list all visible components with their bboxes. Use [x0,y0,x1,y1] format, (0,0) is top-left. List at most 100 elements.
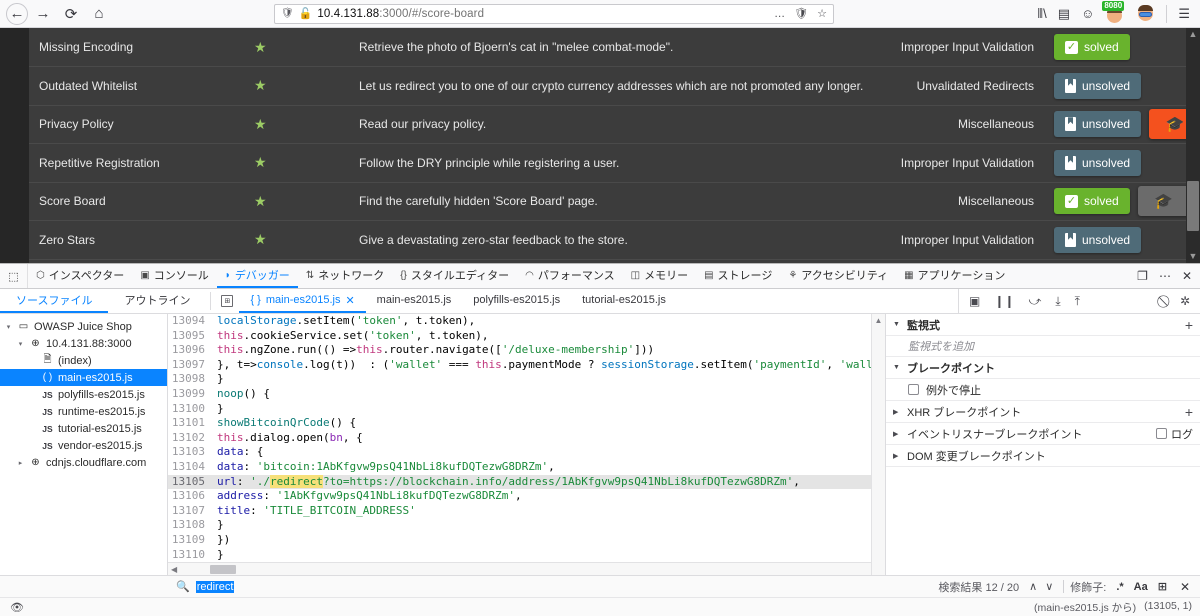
code-vertical-scrollbar[interactable]: ▲ [871,314,885,575]
code-editor[interactable]: 13094 localStorage.setItem('token', t.tok… [168,314,885,575]
pause-on-exceptions-row[interactable]: 例外で停止 [886,379,1200,401]
status-badge[interactable]: ✓ solved [1054,34,1130,60]
pocket-icon[interactable]: 🛡 [794,7,808,20]
search-regex-toggle[interactable]: .* [1111,581,1128,593]
devtools-tab-3[interactable]: ◗ デバッガー [216,264,298,288]
source-subtab-1[interactable]: ソースファイル [0,289,109,313]
devtools-tab-5[interactable]: {} スタイルエディター [392,264,517,288]
code-line: 13100} [168,402,871,417]
code-line: 13104 data: 'bitcoin:1AbKfgvw9psQ41NbLi8k… [168,460,871,475]
extension-icon-1[interactable]: 8080 [1102,0,1125,24]
devtools-tab-8[interactable]: ▤ ストレージ [696,264,780,288]
add-watch-icon[interactable]: + [1185,317,1193,333]
source-tree-item-3[interactable]: 🗎 (index) [0,352,167,369]
status-badge[interactable]: unsolved [1054,111,1142,138]
home-button[interactable]: ⌂ [86,2,112,26]
code-scroll-left-icon[interactable]: ◀ [168,565,180,574]
add-xhr-breakpoint-icon[interactable]: + [1185,404,1193,420]
search-whole-word-toggle[interactable]: ⊞ [1153,580,1172,593]
source-tab-3[interactable]: polyfills-es2015.js [462,289,571,313]
search-case-toggle[interactable]: Aa [1129,581,1153,593]
account-icon[interactable]: ☺ [1081,6,1094,21]
source-tab-1[interactable]: { } main-es2015.js ✕ [239,289,366,313]
back-button[interactable]: ← [6,2,28,25]
step-over-icon[interactable]: ⤻ [1028,294,1041,309]
step-in-icon[interactable]: ⤓ [1055,294,1060,309]
twisty-icon[interactable]: ▾ [16,340,25,348]
source-tab-4[interactable]: tutorial-es2015.js [571,289,677,313]
library-icon[interactable]: ⦀\ [1037,6,1046,22]
xhr-breakpoints-header[interactable]: ▶ XHR ブレークポイント + [886,401,1200,423]
search-input[interactable]: redirect [195,580,939,593]
reload-button[interactable]: ⟳ [58,2,84,26]
status-badge[interactable]: unsolved [1054,72,1142,99]
scroll-up-icon[interactable]: ▲ [1189,28,1198,41]
pause-icon[interactable]: ❙❙ [994,294,1014,308]
devtools-tab-7[interactable]: ◫ メモリー [623,264,696,288]
status-badge[interactable]: unsolved [1054,149,1142,176]
line-content: }, t=>console.log(t)) : ('wallet' === th… [217,357,871,371]
pause-on-exceptions-checkbox[interactable] [908,384,919,395]
scroll-track[interactable] [1186,41,1200,250]
source-tree-item-2[interactable]: ▾ ⊕ 10.4.131.88:3000 [0,335,167,352]
hint-button[interactable]: 🎓 [1137,186,1190,217]
devtools-tab-6[interactable]: ◠ パフォーマンス [517,264,623,288]
devtools-tab-2[interactable]: ▣ コンソール [132,264,216,288]
watch-section-header[interactable]: ▼ 監視式 + [886,314,1200,336]
code-hscroll-thumb[interactable] [210,564,237,574]
devtools-tab-1[interactable]: ⬡ インスペクター [28,264,132,288]
settings-gear-icon[interactable]: ✲ [1180,294,1190,308]
status-badge[interactable]: ✓ solved [1054,188,1130,215]
event-listener-breakpoints-header[interactable]: ▶ イベントリスナーブレークポイント ログ [886,423,1200,445]
extension-icon-2[interactable] [1136,4,1155,23]
sidebar-icon[interactable]: ▤ [1058,6,1070,22]
source-tree-item-5[interactable]: JS polyfills-es2015.js [0,386,167,403]
more-options-icon[interactable]: ⋯ [1159,269,1171,283]
watch-add-placeholder[interactable]: 監視式を追加 [886,336,1200,357]
element-picker-icon[interactable]: ⬚ [0,264,28,288]
page-scrollbar[interactable]: ▲ ▼ [1186,28,1200,263]
source-tree-item-1[interactable]: ▾ ▭ OWASP Juice Shop [0,318,167,335]
source-tree-item-8[interactable]: JS vendor-es2015.js [0,437,167,454]
devtools-tab-10[interactable]: ▦ アプリケーション [896,264,1013,288]
source-tree-item-9[interactable]: ▸ ⊕ cdnjs.cloudflare.com [0,454,167,471]
twisty-icon[interactable]: ▾ [4,323,13,331]
book-icon [1065,78,1076,93]
dom-mutation-breakpoints-header[interactable]: ▶ DOM 変更ブレークポイント [886,445,1200,467]
broken-lock-icon[interactable]: 🔓 [299,7,313,20]
close-icon[interactable]: ✕ [1182,269,1192,283]
hamburger-menu-icon[interactable]: ☰ [1178,6,1190,22]
source-tree-item-6[interactable]: JS runtime-es2015.js [0,403,167,420]
star-icon[interactable]: ☆ [817,7,827,20]
devtools-tab-4[interactable]: ⇅ ネットワーク [298,264,392,288]
devtools-tab-9[interactable]: ⚘ アクセシビリティ [780,264,896,288]
status-badge[interactable]: unsolved [1054,226,1142,253]
close-tab-icon[interactable]: ✕ [345,294,354,307]
score-board-page: Missing Encoding ★ Retrieve the photo of B… [0,28,1200,263]
code-scroll-up-icon[interactable]: ▲ [872,314,885,327]
scroll-down-icon[interactable]: ▼ [1189,250,1198,263]
source-tree-item-4[interactable]: ( ) main-es2015.js [0,369,167,386]
source-tree-item-7[interactable]: JS tutorial-es2015.js [0,420,167,437]
page-actions-icon[interactable]: … [774,8,785,20]
twisty-icon[interactable]: ▸ [16,459,25,467]
breakpoints-section-header[interactable]: ▼ ブレークポイント [886,357,1200,379]
resume-icon[interactable]: ▣ [969,294,980,308]
source-subtab-2[interactable]: アウトライン [108,289,206,313]
dock-icon[interactable]: ❐ [1137,269,1148,283]
search-next-button[interactable]: ∨ [1041,580,1057,593]
step-out-icon[interactable]: ⤒ [1075,294,1080,309]
search-close-button[interactable]: ✕ [1172,580,1200,594]
code-horizontal-scrollbar[interactable]: ◀ [168,562,871,575]
forward-button[interactable]: → [30,2,56,26]
source-tab-2[interactable]: main-es2015.js [366,289,463,313]
status-badge-label: unsolved [1082,78,1131,93]
url-bar[interactable]: 🛡 🔓 10.4.131.88:3000/#/score-board … 🛡 ☆ [274,3,834,24]
search-prev-button[interactable]: ∧ [1025,580,1041,593]
event-listener-log-checkbox[interactable] [1156,428,1167,439]
pretty-print-icon[interactable]: ⊞ [215,289,239,313]
source-tree[interactable]: ▾ ▭ OWASP Juice Shop ▾ ⊕ 10.4.131.88:3000 🗎 (in… [0,314,168,575]
eye-icon[interactable]: 👁 [0,601,168,614]
shield-icon[interactable]: 🛡 [281,8,294,19]
scroll-thumb[interactable] [1187,181,1199,231]
